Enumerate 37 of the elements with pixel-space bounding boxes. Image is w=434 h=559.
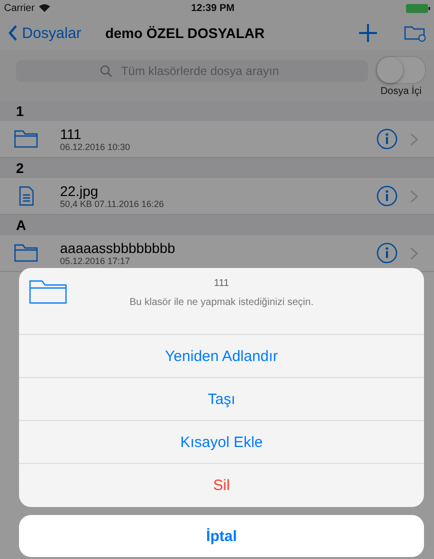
cancel-button[interactable]: İptal bbox=[19, 515, 424, 557]
chevron-right-icon bbox=[410, 246, 418, 260]
item-detail: 05.12.2016 17:17 bbox=[60, 256, 132, 266]
folder-icon bbox=[14, 130, 38, 148]
status-time: 12:39 PM bbox=[190, 2, 236, 14]
folder-icon bbox=[29, 280, 67, 304]
nav-title: demo ÖZEL DOSYALAR bbox=[105, 25, 266, 41]
chevron-right-icon bbox=[410, 190, 418, 202]
sheet-message: Bu klasör ile ne yapmak istediğinizi seçin. bbox=[130, 297, 314, 308]
folder-icon bbox=[14, 244, 38, 262]
action-button[interactable]: Kısayol Ekle bbox=[19, 421, 424, 464]
info-icon[interactable] bbox=[376, 185, 398, 207]
item-detail: 50,4 KB 07.11.2016 16:26 bbox=[60, 199, 165, 209]
folder-info-icon[interactable] bbox=[404, 24, 426, 42]
toggle-label: Dosya İçi bbox=[380, 86, 422, 97]
item-name: aaaaassbbbbbbbb bbox=[60, 240, 176, 256]
wifi-icon bbox=[38, 4, 50, 12]
chevron-left-icon bbox=[8, 25, 18, 41]
carrier-label: Carrier bbox=[4, 2, 35, 14]
action-button[interactable]: Taşı bbox=[19, 378, 424, 421]
search-icon bbox=[100, 65, 112, 77]
item-name: 111 bbox=[60, 126, 82, 142]
battery-icon bbox=[406, 4, 430, 12]
item-detail: 06.12.2016 10:30 bbox=[60, 142, 132, 152]
chevron-right-icon bbox=[410, 132, 418, 146]
section-header: A bbox=[0, 215, 434, 235]
back-button[interactable]: Dosyalar bbox=[8, 24, 82, 42]
section-header: 2 bbox=[0, 158, 434, 178]
item-name: 22.jpg bbox=[60, 183, 100, 199]
toggle-switch[interactable] bbox=[376, 56, 426, 84]
info-icon[interactable] bbox=[376, 242, 398, 264]
sheet-title: 111 bbox=[214, 278, 230, 289]
info-icon[interactable] bbox=[376, 128, 398, 150]
action-button[interactable]: Yeniden Adlandır bbox=[19, 335, 424, 378]
add-icon[interactable] bbox=[358, 23, 378, 43]
action-button[interactable]: Sil bbox=[19, 464, 424, 507]
section-header: 1 bbox=[0, 101, 434, 121]
